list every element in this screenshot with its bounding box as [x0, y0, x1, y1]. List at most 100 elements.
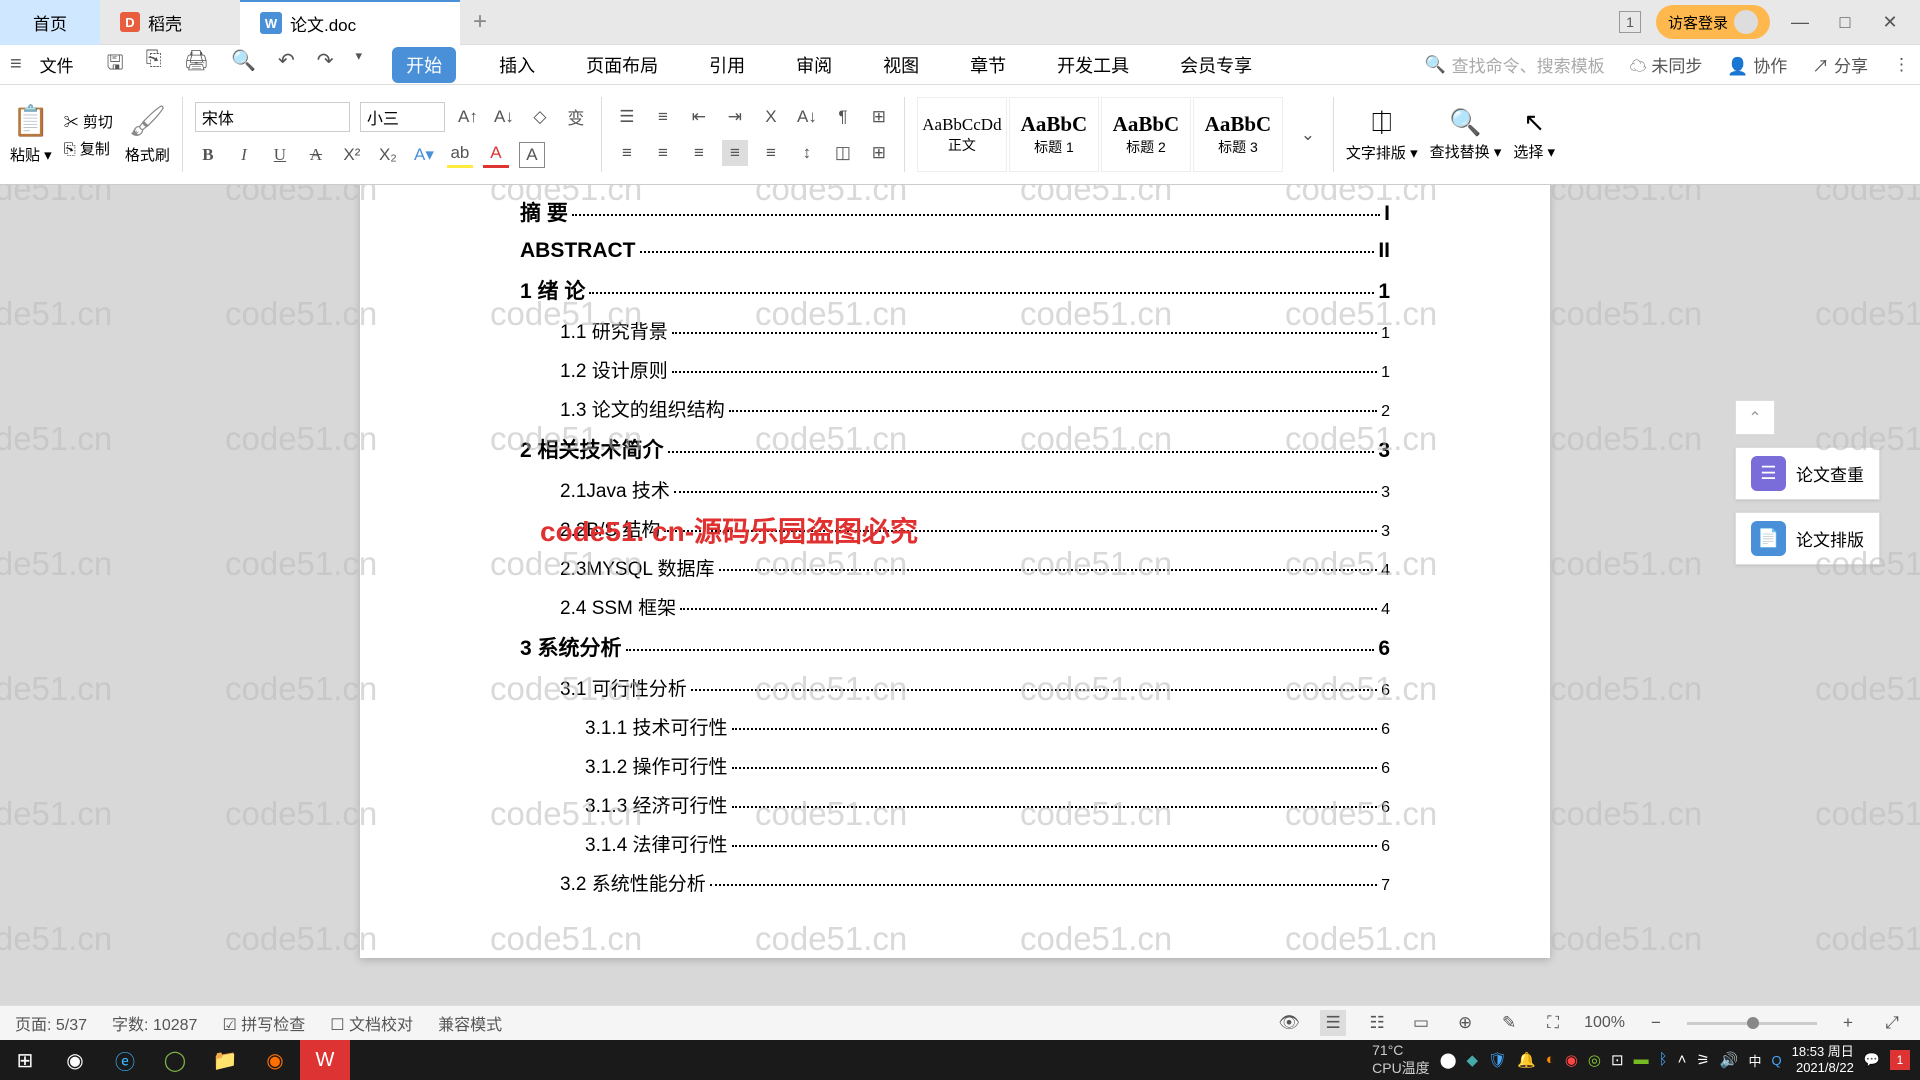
sort-icon[interactable]: A↓ — [794, 104, 820, 130]
asian-layout-icon[interactable]: X — [758, 104, 784, 130]
format-painter-button[interactable]: 格式刷 — [125, 144, 170, 165]
subscript-button[interactable]: X₂ — [375, 142, 401, 168]
minimize-button[interactable]: — — [1785, 7, 1815, 37]
menu-tab-0[interactable]: 开始 — [392, 47, 456, 83]
strike-button[interactable]: A — [303, 142, 329, 168]
menu-more-icon[interactable]: ⋮ — [1893, 55, 1910, 75]
menu-file[interactable]: 文件 — [40, 52, 74, 77]
font-size-select[interactable] — [360, 102, 445, 132]
guest-login[interactable]: 访客登录 — [1656, 5, 1770, 39]
hamburger-icon[interactable]: ≡ — [10, 53, 22, 76]
tray-icon[interactable]: ◎ — [1588, 1051, 1601, 1069]
task-explorer-icon[interactable]: 📁 — [200, 1040, 250, 1080]
task-app-icon[interactable]: ◉ — [250, 1040, 300, 1080]
volume-icon[interactable]: 🔊 — [1720, 1051, 1739, 1069]
bluetooth-icon[interactable]: ᛒ — [1659, 1051, 1668, 1069]
superscript-button[interactable]: X² — [339, 142, 365, 168]
task-obs-icon[interactable]: ◉ — [50, 1040, 100, 1080]
fullscreen-icon[interactable]: ⤢ — [1879, 1010, 1905, 1036]
web-view-icon[interactable]: ⊕ — [1452, 1010, 1478, 1036]
tray-icon[interactable]: ⬤ — [1440, 1051, 1457, 1069]
thesis-layout-button[interactable]: 📄 论文排版 — [1735, 512, 1880, 565]
outdent-icon[interactable]: ⇤ — [686, 104, 712, 130]
indent-icon[interactable]: ⇥ — [722, 104, 748, 130]
tab-daoke[interactable]: D 稻壳 — [100, 0, 240, 45]
share-button[interactable]: ↗ 分享 — [1812, 52, 1868, 77]
clock[interactable]: 18:53 周日 2021/8/22 — [1792, 1044, 1854, 1075]
select-button[interactable]: 选择 ▾ — [1513, 141, 1555, 162]
menu-tab-2[interactable]: 页面布局 — [578, 47, 666, 83]
style-item-1[interactable]: AaBbC标题 1 — [1009, 97, 1099, 172]
style-item-0[interactable]: AaBbCcDd正文 — [917, 97, 1007, 172]
menu-tab-8[interactable]: 会员专享 — [1172, 47, 1260, 83]
zoom-in-icon[interactable]: + — [1835, 1010, 1861, 1036]
bullet-list-icon[interactable]: ☰ — [614, 104, 640, 130]
shading-icon[interactable]: ◫ — [830, 140, 856, 166]
start-button[interactable]: ⊞ — [0, 1040, 50, 1080]
align-right-icon[interactable]: ≡ — [686, 140, 712, 166]
italic-button[interactable]: I — [231, 142, 257, 168]
find-replace-button[interactable]: 查找替换 ▾ — [1430, 141, 1502, 162]
font-color-icon[interactable]: A — [483, 142, 509, 168]
redo-icon[interactable]: ↷ — [317, 48, 334, 82]
format-painter-icon[interactable]: 🖌 — [128, 104, 166, 139]
phonetic-icon[interactable]: 变 — [563, 104, 589, 130]
text-effect-icon[interactable]: A▾ — [411, 142, 437, 168]
bold-button[interactable]: B — [195, 142, 221, 168]
preview-icon[interactable]: 🔍 — [231, 48, 256, 82]
export-icon[interactable]: ⎘ — [146, 48, 162, 82]
plagiarism-check-button[interactable]: ☰ 论文查重 — [1735, 447, 1880, 500]
zoom-out-icon[interactable]: − — [1643, 1010, 1669, 1036]
undo-icon[interactable]: ↶ — [278, 48, 295, 82]
spell-check-toggle[interactable]: ☑ 拼写检查 — [222, 1011, 305, 1035]
menu-tab-7[interactable]: 开发工具 — [1049, 47, 1137, 83]
task-edge-icon[interactable]: ◯ — [150, 1040, 200, 1080]
paste-icon[interactable]: 📋 — [12, 104, 49, 139]
close-button[interactable]: ✕ — [1875, 7, 1905, 37]
align-center-icon[interactable]: ≡ — [650, 140, 676, 166]
menu-tab-3[interactable]: 引用 — [701, 47, 753, 83]
window-count[interactable]: 1 — [1619, 11, 1641, 33]
read-view-icon[interactable]: ▭ — [1408, 1010, 1434, 1036]
show-marks-icon[interactable]: ¶ — [830, 104, 856, 130]
tray-icon[interactable]: ▬ — [1634, 1051, 1649, 1069]
coop-button[interactable]: 👤 协作 — [1727, 52, 1787, 77]
tab-document[interactable]: W 论文.doc — [240, 0, 460, 45]
task-ie-icon[interactable]: ⓔ — [100, 1040, 150, 1080]
borders-icon[interactable]: ⊞ — [866, 140, 892, 166]
tray-icon[interactable]: ◉ — [1565, 1051, 1578, 1069]
tab-settings-icon[interactable]: ⊞ — [866, 104, 892, 130]
text-layout-button[interactable]: 文字排版 ▾ — [1346, 142, 1418, 163]
tray-qq-icon[interactable]: Q — [1772, 1053, 1782, 1068]
command-search[interactable]: 🔍 查找命令、搜索模板 — [1424, 52, 1604, 77]
page-indicator[interactable]: 页面: 5/37 — [15, 1011, 87, 1035]
annotation-icon[interactable]: ✎ — [1496, 1010, 1522, 1036]
action-center-icon[interactable]: 💬 — [1864, 1052, 1880, 1068]
zoom-level[interactable]: 100% — [1584, 1014, 1625, 1032]
tray-icon[interactable]: ◐ — [1546, 1051, 1555, 1069]
clear-format-icon[interactable]: ◇ — [527, 104, 553, 130]
find-icon[interactable]: 🔍 — [1449, 107, 1481, 138]
tray-icon[interactable]: 🛡 — [1488, 1051, 1507, 1069]
save-icon[interactable]: 🖫 — [107, 48, 124, 82]
maximize-button[interactable]: □ — [1830, 7, 1860, 37]
cut-button[interactable]: ✂ 剪切 — [64, 111, 113, 132]
eye-icon[interactable]: 👁 — [1276, 1010, 1302, 1036]
align-justify-icon[interactable]: ≡ — [722, 140, 748, 166]
style-gallery-more-icon[interactable]: ⌄ — [1295, 97, 1321, 172]
tray-icon[interactable]: ⊡ — [1611, 1051, 1624, 1069]
number-list-icon[interactable]: ≡ — [650, 104, 676, 130]
menu-tab-5[interactable]: 视图 — [875, 47, 927, 83]
new-tab-button[interactable]: + — [460, 8, 500, 36]
tab-home[interactable]: 首页 — [0, 0, 100, 45]
tray-icon[interactable]: 🔔 — [1517, 1051, 1536, 1069]
line-spacing-icon[interactable]: ↕ — [794, 140, 820, 166]
collapse-panel-icon[interactable]: ⌃ — [1735, 400, 1775, 435]
text-layout-icon[interactable]: ⎅ — [1371, 107, 1392, 139]
qat-dropdown-icon[interactable]: ▾ — [356, 48, 363, 82]
tray-icon[interactable]: ◆ — [1466, 1051, 1478, 1069]
font-select[interactable] — [195, 102, 350, 132]
shrink-font-icon[interactable]: A↓ — [491, 104, 517, 130]
style-item-3[interactable]: AaBbC标题 3 — [1193, 97, 1283, 172]
task-wps-icon[interactable]: W — [300, 1040, 350, 1080]
